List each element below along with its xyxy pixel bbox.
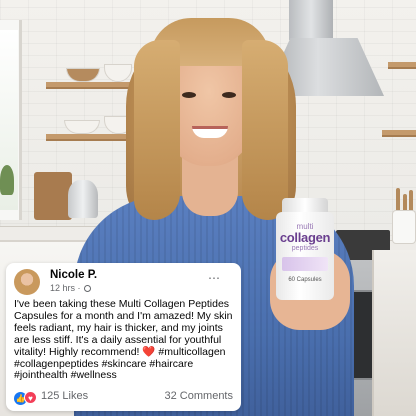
heart-emoji: ❤️ [139,345,156,358]
reactions[interactable]: 👍 ♥ 125 Likes [14,390,88,405]
eye [182,92,196,98]
hair [242,40,288,220]
bottle-band [282,257,328,271]
eye [222,92,236,98]
globe-icon [84,285,92,292]
social-post-card: Nicole P. 12 hrs · ⋯ I've been taking th… [6,263,241,411]
comments-count[interactable]: 32 Comments [165,390,233,402]
bottle-brand-text: collagen [279,230,331,245]
post-author[interactable]: Nicole P. [50,269,97,281]
shelf [382,130,416,137]
love-icon: ♥ [24,391,37,404]
plant [0,165,14,195]
post-timestamp[interactable]: 12 hrs · [50,283,81,293]
shelf [388,62,416,69]
product-bottle: multi collagen peptides 60 Capsules [276,198,334,300]
range-hood-chimney [289,0,333,40]
post-header: Nicole P. 12 hrs · ⋯ [14,269,233,299]
post-footer: 👍 ♥ 125 Likes 32 Comments [14,390,233,406]
bottle-sub-text: peptides [291,245,319,252]
bottle-count-text: 60 Capsules [288,277,322,283]
post-meta: 12 hrs · [50,283,92,293]
cutting-board [34,172,72,220]
more-icon[interactable]: ⋯ [208,271,221,285]
avatar[interactable] [14,269,40,295]
post-body: I've been taking these Multi Collagen Pe… [14,298,233,382]
likes-count: 125 Likes [41,390,89,402]
bottle-label: multi collagen peptides 60 Capsules [276,212,334,300]
cabinets [372,250,416,416]
hair [134,40,180,220]
stand-mixer [68,180,98,218]
utensil-crock [392,210,416,244]
